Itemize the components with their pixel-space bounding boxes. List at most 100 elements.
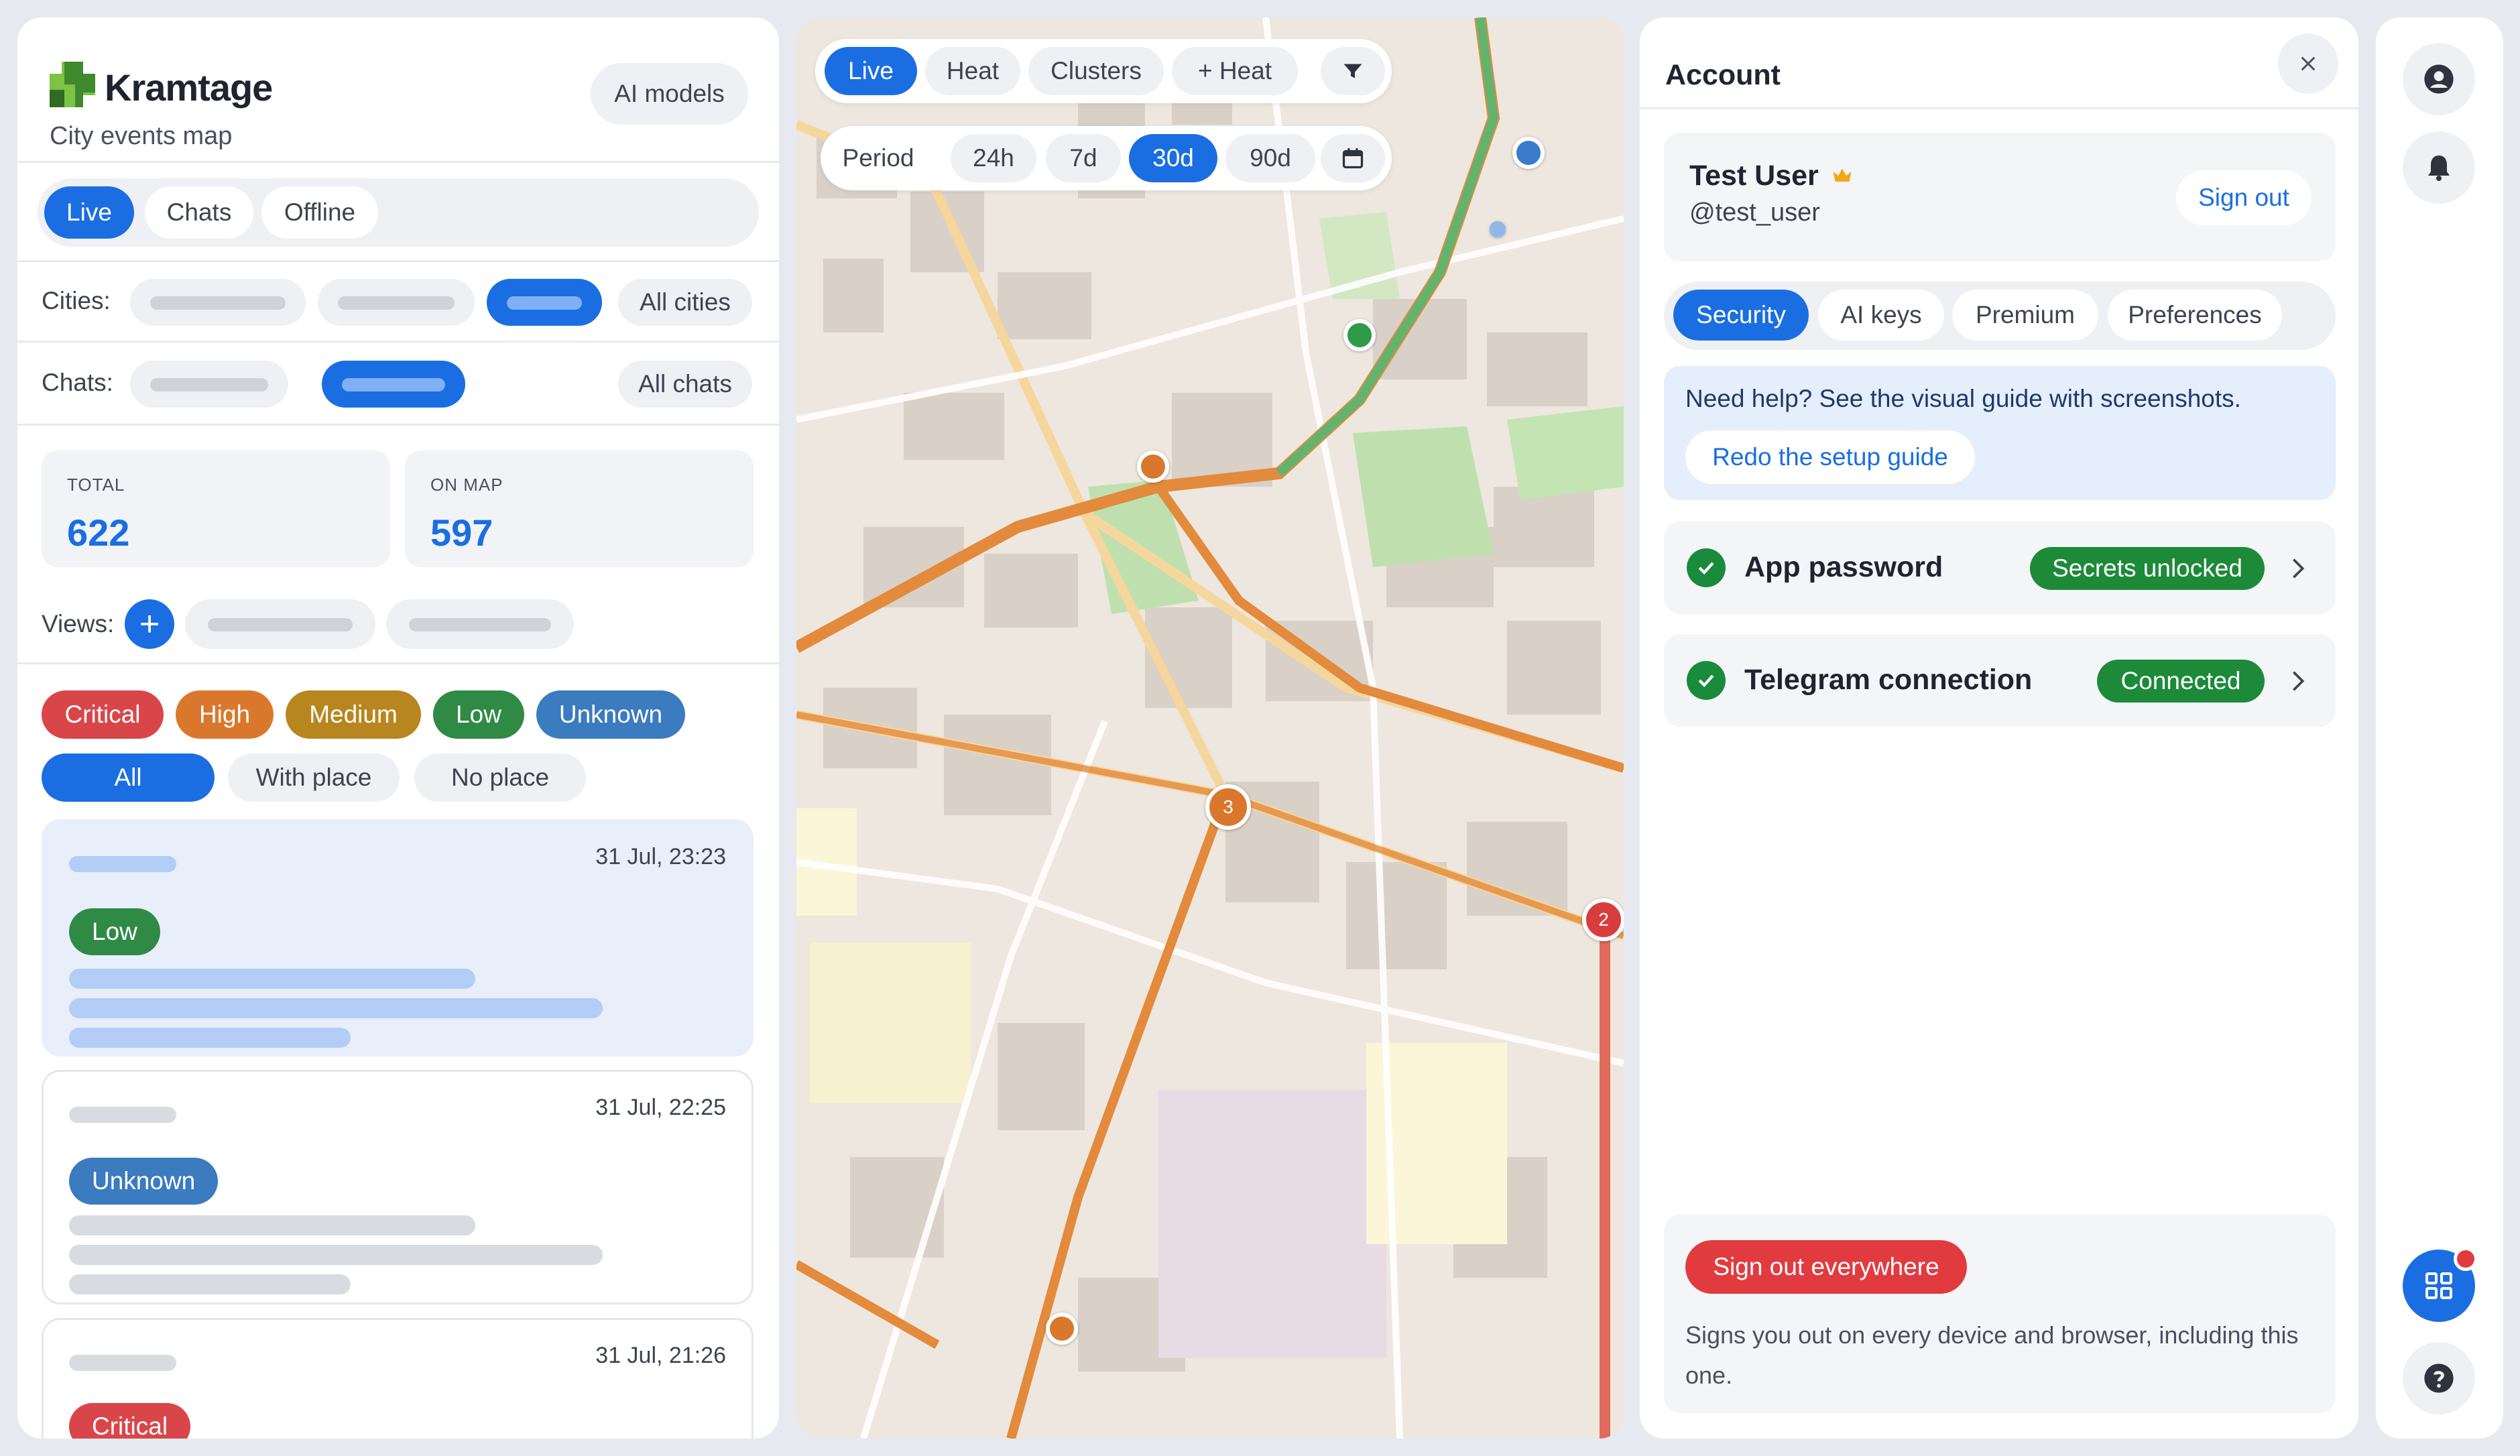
tab-offline[interactable]: Offline	[261, 186, 378, 239]
period-label: Period	[842, 144, 914, 172]
close-icon	[2301, 56, 2316, 71]
filter-no-place[interactable]: No place	[414, 753, 586, 802]
total-label: TOTAL	[67, 475, 125, 495]
event-time: 31 Jul, 21:26	[595, 1343, 726, 1368]
event-card[interactable]: 31 Jul, 21:26 Critical	[42, 1318, 754, 1439]
add-view-button[interactable]: +	[125, 599, 174, 649]
sign-out-everywhere-button[interactable]: Sign out everywhere	[1685, 1240, 1967, 1294]
divider	[17, 662, 779, 664]
profile-button[interactable]	[2403, 43, 2475, 115]
account-panel: Account Test User @test_user Sign out Se…	[1640, 17, 2358, 1439]
map-location-dot	[1490, 221, 1506, 237]
app-password-row[interactable]: App password Secrets unlocked	[1664, 522, 2336, 614]
question-icon	[2424, 1363, 2454, 1393]
telegram-connection-row[interactable]: Telegram connection Connected	[1664, 634, 2336, 727]
map-marker-orange[interactable]	[1137, 450, 1169, 483]
divider	[17, 341, 779, 343]
period-7d[interactable]: 7d	[1046, 134, 1121, 182]
user-card: Test User @test_user Sign out	[1664, 133, 2336, 261]
tab-chats[interactable]: Chats	[145, 186, 253, 239]
severity-high[interactable]: High	[176, 690, 274, 739]
redo-setup-guide-button[interactable]: Redo the setup guide	[1685, 430, 1975, 484]
severity-medium[interactable]: Medium	[286, 690, 421, 739]
period-24h[interactable]: 24h	[951, 134, 1036, 182]
event-card[interactable]: 31 Jul, 23:23 Low	[42, 819, 754, 1056]
severity-critical[interactable]: Critical	[42, 690, 164, 739]
sign-out-everywhere-note: Signs you out on every device and browse…	[1685, 1321, 2299, 1389]
close-button[interactable]	[2278, 34, 2338, 94]
divider	[17, 161, 779, 163]
map-mode-clusters[interactable]: Clusters	[1028, 47, 1164, 95]
divider	[17, 260, 779, 262]
user-name: Test User	[1689, 160, 1819, 192]
view-chip[interactable]	[386, 599, 574, 649]
tab-preferences[interactable]: Preferences	[2108, 290, 2282, 341]
all-chats-button[interactable]: All chats	[618, 361, 752, 408]
filter-button[interactable]	[1321, 47, 1385, 95]
help-text: Need help? See the visual guide with scr…	[1685, 385, 2241, 412]
notifications-button[interactable]	[2403, 131, 2475, 204]
user-handle: @test_user	[1689, 198, 1820, 227]
calendar-button[interactable]	[1321, 134, 1385, 182]
city-map[interactable]: Live Heat Clusters + Heat Period 24h 7d …	[796, 17, 1624, 1439]
on-map-stat: ON MAP 597	[405, 450, 754, 567]
app-subtitle: City events map	[50, 122, 233, 150]
period-30d[interactable]: 30d	[1129, 134, 1217, 182]
period-90d[interactable]: 90d	[1225, 134, 1315, 182]
city-chip[interactable]	[318, 279, 475, 326]
map-marker-green[interactable]	[1343, 319, 1376, 351]
kramtage-logo	[50, 62, 95, 107]
tab-premium[interactable]: Premium	[1952, 290, 2098, 341]
event-severity-badge: Low	[69, 908, 160, 955]
cluster-marker-red[interactable]: 2	[1582, 898, 1624, 941]
filter-with-place[interactable]: With place	[228, 753, 400, 802]
filter-icon	[1343, 64, 1362, 78]
chat-chip[interactable]	[130, 361, 288, 408]
on-map-value: 597	[430, 511, 493, 554]
map-marker-blue[interactable]	[1512, 137, 1545, 169]
sign-out-everywhere-section: Sign out everywhere Signs you out on eve…	[1664, 1215, 2336, 1413]
event-card[interactable]: 31 Jul, 22:25 Unknown	[42, 1070, 754, 1305]
help-banner: Need help? See the visual guide with scr…	[1664, 366, 2336, 500]
bell-icon	[2428, 156, 2450, 181]
events-panel: Kramtage City events map AI models Live …	[17, 17, 779, 1439]
map-mode-live[interactable]: Live	[825, 47, 917, 95]
tab-live[interactable]: Live	[44, 186, 134, 239]
divider	[1640, 107, 2358, 109]
telegram-connection-title: Telegram connection	[1744, 664, 2033, 696]
sign-out-button[interactable]: Sign out	[2176, 170, 2312, 225]
severity-low[interactable]: Low	[433, 690, 524, 739]
total-stat: TOTAL 622	[42, 450, 390, 567]
event-severity-badge: Critical	[69, 1403, 191, 1439]
account-title: Account	[1665, 59, 1781, 91]
grid-icon	[2425, 1272, 2452, 1299]
map-marker-orange[interactable]	[1046, 1313, 1078, 1345]
connected-badge: Connected	[2097, 660, 2265, 703]
secrets-unlocked-badge: Secrets unlocked	[2030, 547, 2265, 590]
map-mode-plus-heat[interactable]: + Heat	[1172, 47, 1298, 95]
notification-dot	[2454, 1247, 2478, 1271]
event-time: 31 Jul, 23:23	[595, 844, 726, 869]
filter-all[interactable]: All	[42, 753, 215, 802]
tab-security[interactable]: Security	[1673, 290, 1809, 341]
city-chip[interactable]	[130, 279, 306, 326]
app-title: Kramtage	[105, 66, 273, 109]
chat-chip-selected[interactable]	[322, 361, 465, 408]
event-time: 31 Jul, 22:25	[595, 1095, 726, 1120]
tab-ai-keys[interactable]: AI keys	[1818, 290, 1944, 341]
chats-label: Chats:	[42, 369, 113, 396]
cluster-marker-orange[interactable]: 3	[1205, 784, 1251, 830]
view-chip[interactable]	[185, 599, 375, 649]
city-chip-selected[interactable]	[487, 279, 602, 326]
map-mode-heat[interactable]: Heat	[925, 47, 1020, 95]
chevron-right-icon	[2293, 558, 2305, 579]
help-button[interactable]	[2403, 1342, 2475, 1414]
all-cities-button[interactable]: All cities	[618, 279, 752, 326]
ai-models-button[interactable]: AI models	[591, 63, 748, 125]
check-icon	[1687, 661, 1726, 700]
chevron-right-icon	[2293, 671, 2305, 691]
severity-unknown[interactable]: Unknown	[536, 690, 685, 739]
check-icon	[1687, 548, 1726, 587]
app-password-title: App password	[1744, 551, 1943, 583]
right-rail	[2376, 17, 2503, 1439]
